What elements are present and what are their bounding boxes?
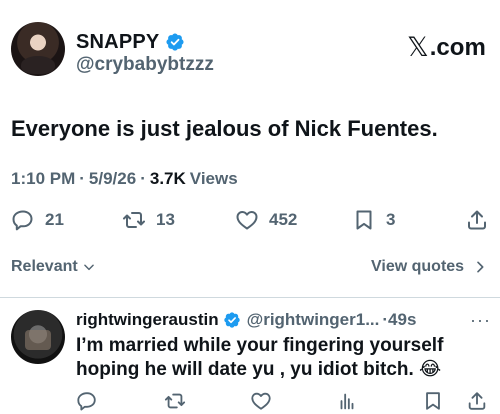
heart-icon [236, 211, 258, 230]
reply-like-button[interactable] [250, 390, 272, 414]
reply-text: I’m married while your fingering yoursel… [76, 335, 444, 380]
author-avatar[interactable] [11, 22, 65, 76]
reply-icon [77, 392, 96, 411]
reply-repost-button[interactable] [164, 390, 186, 414]
reply-reply-button[interactable] [76, 390, 98, 414]
tweet-meta: 1:10 PM · 5/9/26 · 3.7K Views [11, 169, 238, 189]
reply-author-name[interactable]: rightwingeraustin [76, 310, 219, 330]
views-label: Views [189, 169, 238, 188]
verified-badge-icon [223, 312, 240, 328]
bookmark-icon [356, 210, 372, 230]
tweet-date[interactable]: 5/9/26 [89, 169, 136, 189]
reply-time[interactable]: ·49s [382, 310, 416, 330]
reply-views-button[interactable] [336, 390, 358, 414]
tweet-text: Everyone is just jealous of Nick Fuentes… [11, 116, 438, 141]
relevant-dropdown[interactable]: Relevant [11, 258, 96, 276]
like-button[interactable]: 452 [235, 208, 297, 232]
x-logo-icon: 𝕏 [407, 32, 429, 63]
bookmark-count: 3 [386, 210, 396, 229]
share-button[interactable] [465, 208, 489, 232]
reply-button[interactable]: 21 [11, 208, 64, 232]
repost-count: 13 [156, 210, 175, 229]
reply-header: rightwingeraustin @rightwinger1... ·49s [76, 310, 416, 330]
view-quotes-link[interactable]: View quotes [371, 258, 488, 276]
share-icon [468, 210, 486, 230]
reply-count: 21 [45, 210, 64, 229]
meta-separator: · [79, 169, 85, 188]
reply-author-handle[interactable]: @rightwinger1... [247, 310, 380, 330]
views-count: 3.7K [149, 169, 186, 188]
analytics-icon [340, 393, 354, 410]
reply-tweet[interactable]: rightwingeraustin @rightwinger1... ·49s … [0, 298, 500, 414]
tweet-time[interactable]: 1:10 PM [11, 169, 75, 189]
verified-badge-icon [166, 33, 184, 51]
reply-actions [0, 390, 500, 414]
share-icon [468, 392, 486, 410]
author-handle[interactable]: @crybabybtzzz [76, 54, 214, 76]
like-count: 452 [269, 210, 298, 229]
reply-icon [12, 210, 33, 231]
repost-icon [164, 393, 186, 409]
repost-icon [123, 212, 145, 228]
reply-share-button[interactable] [466, 390, 488, 414]
tweet-actions: 21 13 452 3 [0, 203, 500, 237]
more-options-icon[interactable]: ··· [470, 310, 491, 331]
sort-row: Relevant View quotes [0, 256, 500, 284]
x-logo-suffix: .com [429, 33, 486, 61]
reply-bookmark-button[interactable] [422, 390, 444, 414]
tweet-header: SNAPPY @crybabybtzzz 𝕏 .com [0, 0, 500, 90]
author-name-row: SNAPPY [76, 30, 185, 54]
meta-separator: · [140, 169, 146, 188]
bookmark-icon [426, 392, 440, 410]
relevant-label: Relevant [11, 258, 78, 275]
repost-button[interactable]: 13 [122, 208, 175, 232]
chevron-down-icon [83, 264, 94, 271]
reply-author-avatar[interactable] [11, 310, 65, 364]
view-quotes-label: View quotes [371, 258, 465, 275]
bookmark-button[interactable]: 3 [352, 208, 395, 232]
author-display-name[interactable]: SNAPPY [76, 31, 159, 54]
x-com-logo: 𝕏 .com [407, 32, 486, 63]
heart-icon [251, 392, 271, 410]
chevron-right-icon [477, 261, 484, 273]
